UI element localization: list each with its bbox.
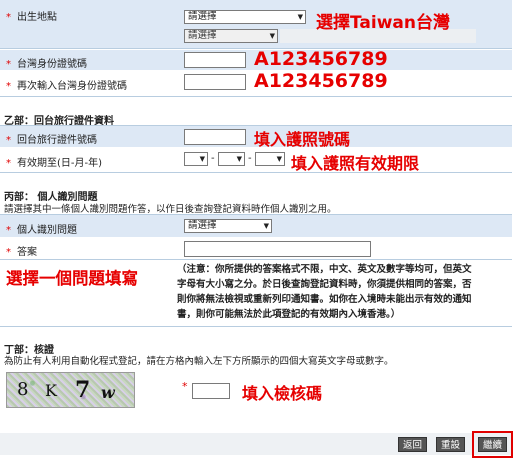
expiry-label: 有效期至(日-月-年) bbox=[17, 158, 103, 169]
divider bbox=[0, 172, 512, 173]
chevron-down-icon: ▼ bbox=[263, 222, 269, 230]
required-star: * bbox=[6, 225, 11, 236]
captcha-image: 8 K 7 w bbox=[6, 372, 135, 408]
back-button[interactable]: 返回 bbox=[398, 437, 427, 452]
reset-button[interactable]: 重設 bbox=[436, 437, 465, 452]
doc-no-label: 回台旅行證件號碼 bbox=[17, 135, 97, 146]
divider bbox=[0, 259, 512, 260]
required-star: * bbox=[6, 81, 11, 92]
required-star: * bbox=[6, 247, 11, 258]
question-label: 個人識別問題 bbox=[17, 225, 77, 236]
expiry-year-select[interactable]: ▼ bbox=[255, 152, 285, 166]
required-star: * bbox=[6, 12, 11, 23]
required-star: * bbox=[6, 59, 11, 70]
birthplace-country-select[interactable]: 請選擇 ▼ bbox=[184, 10, 306, 24]
birthplace-country-value: 請選擇 bbox=[188, 11, 217, 22]
question-label-wrap: * 個人識別問題 bbox=[6, 221, 77, 236]
tw-id-label: 台灣身份證號碼 bbox=[17, 59, 87, 70]
section-d-description: 為防止有人利用自動化程式登記，請在方格內輸入左下方所顯示的四個大寫英文字母或數字… bbox=[4, 356, 394, 367]
expiry-separator: - bbox=[248, 153, 252, 164]
birthplace-region-value: 請選擇 bbox=[188, 30, 217, 41]
tw-id-confirm-label: 再次輸入台灣身份證號碼 bbox=[17, 81, 127, 92]
captcha-annotation: 填入檢核碼 bbox=[242, 384, 323, 403]
note-line: 則你將無法檢視或重新列印通知書。如你在入境時未能出示有效的通知 bbox=[177, 294, 472, 305]
captcha-char: K bbox=[45, 381, 57, 400]
answer-input[interactable] bbox=[184, 241, 371, 257]
answer-note: （注意：你所提供的答案格式不限，中文、英文及數字等均可，但英文 字母有大小寫之分… bbox=[177, 262, 499, 322]
tw-id-confirm-annotation: A123456789 bbox=[254, 70, 388, 92]
required-star: * bbox=[182, 380, 188, 393]
divider bbox=[0, 96, 512, 97]
continue-button[interactable]: 繼續 bbox=[478, 437, 507, 452]
tw-id-confirm-input[interactable] bbox=[184, 74, 246, 90]
required-star: * bbox=[6, 158, 11, 169]
doc-no-annotation: 填入護照號碼 bbox=[254, 130, 351, 149]
tw-id-confirm-label-wrap: * 再次輸入台灣身份證號碼 bbox=[6, 77, 127, 92]
expiry-separator: - bbox=[211, 153, 215, 164]
birthplace-annotation: 選擇Taiwan台灣 bbox=[316, 13, 450, 33]
note-line: 書，則你可能無法於此項登記的有效期內入境香港。） bbox=[177, 309, 401, 320]
note-line: 字母有大小寫之分。於日後查詢登記資料時，你須提供相同的答案，否 bbox=[177, 279, 472, 290]
tw-id-annotation: A123456789 bbox=[254, 48, 388, 70]
expiry-label-wrap: * 有效期至(日-月-年) bbox=[6, 154, 102, 169]
required-star: * bbox=[6, 135, 11, 146]
chevron-down-icon: ▼ bbox=[276, 155, 282, 163]
section-c-description: 請選擇其中一條個人識別問題作答，以作日後查詢登記資料時作個人識別之用。 bbox=[4, 204, 337, 215]
question-select-value: 請選擇 bbox=[188, 220, 217, 231]
chevron-down-icon: ▼ bbox=[236, 155, 242, 163]
chevron-down-icon: ▼ bbox=[297, 13, 303, 21]
tw-id-label-wrap: * 台灣身份證號碼 bbox=[6, 55, 87, 70]
birthplace-region-select[interactable]: 請選擇 ▼ bbox=[184, 29, 278, 43]
birthplace-label-wrap: * 出生地點 bbox=[6, 8, 57, 23]
captcha-char: 7 bbox=[75, 377, 91, 403]
captcha-char: w bbox=[101, 383, 115, 402]
tw-id-input[interactable] bbox=[184, 52, 246, 68]
chevron-down-icon: ▼ bbox=[269, 32, 275, 40]
expiry-month-select[interactable]: ▼ bbox=[218, 152, 245, 166]
doc-no-label-wrap: * 回台旅行證件號碼 bbox=[6, 131, 97, 146]
divider bbox=[0, 326, 512, 327]
captcha-char: 8 bbox=[17, 379, 29, 400]
answer-label: 答案 bbox=[17, 247, 37, 258]
captcha-input[interactable] bbox=[192, 383, 230, 399]
chevron-down-icon: ▼ bbox=[199, 155, 205, 163]
answer-label-wrap: * 答案 bbox=[6, 243, 37, 258]
question-annotation: 選擇一個問題填寫 bbox=[6, 269, 138, 288]
doc-no-input[interactable] bbox=[184, 129, 246, 145]
note-line: （注意：你所提供的答案格式不限，中文、英文及數字等均可，但英文 bbox=[177, 264, 472, 275]
question-select[interactable]: 請選擇 ▼ bbox=[184, 219, 272, 233]
expiry-annotation: 填入護照有效期限 bbox=[291, 154, 420, 173]
birthplace-label: 出生地點 bbox=[17, 12, 57, 23]
expiry-day-select[interactable]: ▼ bbox=[184, 152, 208, 166]
